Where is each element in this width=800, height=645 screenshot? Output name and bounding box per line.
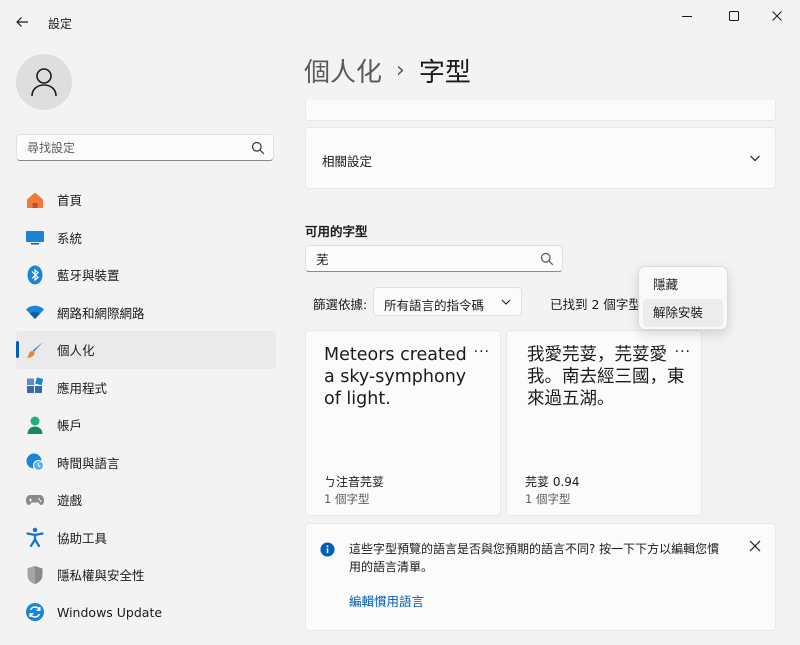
close-icon[interactable] — [749, 540, 761, 552]
minimize-button[interactable] — [664, 0, 710, 32]
fonts-found-count: 已找到 2 個字型 — [550, 297, 641, 312]
display-icon — [24, 226, 46, 248]
chevron-down-icon — [750, 155, 760, 162]
font-name: 芫荽 0.94 — [525, 475, 580, 489]
font-context-menu: 隱藏 解除安裝 — [638, 266, 728, 330]
close-icon — [772, 11, 782, 21]
sidebar-item-home[interactable]: 首頁 — [16, 181, 276, 219]
menu-item-hide[interactable]: 隱藏 — [643, 271, 723, 299]
language-info-bar: 這些字型預覽的語言是否與您預期的語言不同? 按一下下方以編輯您慣用的語言清單。 … — [305, 523, 776, 631]
brush-icon — [24, 339, 46, 361]
sidebar-item-network[interactable]: 網路和網際網路 — [16, 294, 276, 332]
sidebar-item-bluetooth[interactable]: 藍牙與裝置 — [16, 256, 276, 294]
filter-label: 篩選依據: — [313, 297, 368, 312]
more-options-button[interactable]: ··· — [675, 345, 691, 359]
more-options-button[interactable]: ··· — [474, 345, 490, 359]
font-card[interactable]: 我愛芫荽，芫荽愛我。南去經三國，東來過五湖。 ··· 芫荽 0.94 1 個字型 — [506, 330, 702, 516]
person-icon — [31, 68, 57, 97]
home-icon — [24, 189, 46, 211]
info-message: 這些字型預覽的語言是否與您預期的語言不同? 按一下下方以編輯您慣用的語言清單。 — [349, 542, 720, 574]
font-card[interactable]: Meteors created a sky-symphony of light.… — [305, 330, 501, 516]
language-filter-dropdown[interactable]: 所有語言的指令碼 — [373, 287, 522, 316]
filter-selected-value: 所有語言的指令碼 — [384, 298, 485, 313]
font-face-count: 1 個字型 — [525, 492, 571, 506]
font-search-input[interactable] — [306, 246, 536, 271]
close-window-button[interactable] — [754, 0, 800, 32]
settings-search-box[interactable] — [16, 134, 274, 161]
search-icon[interactable] — [251, 141, 265, 155]
available-fonts-heading: 可用的字型 — [305, 224, 368, 239]
sidebar-item-personalization[interactable]: 個人化 — [16, 331, 276, 369]
menu-item-uninstall[interactable]: 解除安裝 — [643, 299, 723, 327]
info-icon — [320, 542, 335, 557]
font-face-count: 1 個字型 — [324, 492, 370, 506]
sidebar-item-accounts[interactable]: 帳戶 — [16, 406, 276, 444]
sidebar-item-time-language[interactable]: 時間與語言 — [16, 444, 276, 482]
sidebar-item-apps[interactable]: 應用程式 — [16, 369, 276, 407]
minimize-icon — [682, 16, 692, 17]
back-arrow-icon — [16, 17, 28, 27]
font-name: ㄅ注音芫荽 — [324, 475, 385, 489]
update-icon — [24, 601, 46, 623]
font-search-box[interactable] — [305, 245, 563, 272]
chevron-down-icon — [501, 299, 511, 305]
title-bar: 設定 — [0, 0, 800, 44]
avatar[interactable] — [16, 54, 72, 110]
sidebar-item-windows-update[interactable]: Windows Update — [16, 594, 276, 632]
sidebar-item-accessibility[interactable]: 協助工具 — [16, 519, 276, 557]
settings-search-input[interactable] — [17, 135, 247, 160]
page-title: 字型 — [418, 58, 471, 88]
apps-icon — [24, 376, 46, 398]
settings-card-partial — [305, 100, 776, 121]
font-preview-text: 我愛芫荽，芫荽愛我。南去經三國，東來過五湖。 — [527, 345, 685, 409]
breadcrumb-parent[interactable]: 個人化 — [304, 52, 382, 89]
related-settings-label: 相關設定 — [322, 154, 373, 169]
sidebar-item-gaming[interactable]: 遊戲 — [16, 481, 276, 519]
shield-icon — [24, 564, 46, 586]
gamepad-icon — [24, 489, 46, 511]
font-preview-text: Meteors created a sky-symphony of light. — [324, 345, 467, 409]
sidebar-nav: 首頁 系統 藍牙與裝置 網路和網際網路 個人化 應用程式 帳戶 時間與語言 遊戲… — [16, 181, 276, 631]
edit-preferred-languages-link[interactable]: 編輯慣用語言 — [349, 591, 424, 610]
related-settings-expander[interactable]: 相關設定 — [305, 127, 776, 189]
sidebar-item-privacy[interactable]: 隱私權與安全性 — [16, 556, 276, 594]
breadcrumb-separator: › — [396, 58, 405, 83]
person-icon — [24, 414, 46, 436]
accessibility-icon — [24, 526, 46, 548]
maximize-icon — [729, 11, 739, 21]
clock-globe-icon — [24, 451, 46, 473]
breadcrumb: 個人化 › 字型 — [304, 52, 471, 89]
back-button[interactable] — [8, 10, 36, 34]
sidebar-item-system[interactable]: 系統 — [16, 219, 276, 257]
maximize-button[interactable] — [711, 0, 757, 32]
search-icon[interactable] — [540, 252, 554, 266]
app-title: 設定 — [48, 17, 73, 31]
wifi-icon — [24, 301, 46, 323]
bluetooth-icon — [24, 264, 46, 286]
